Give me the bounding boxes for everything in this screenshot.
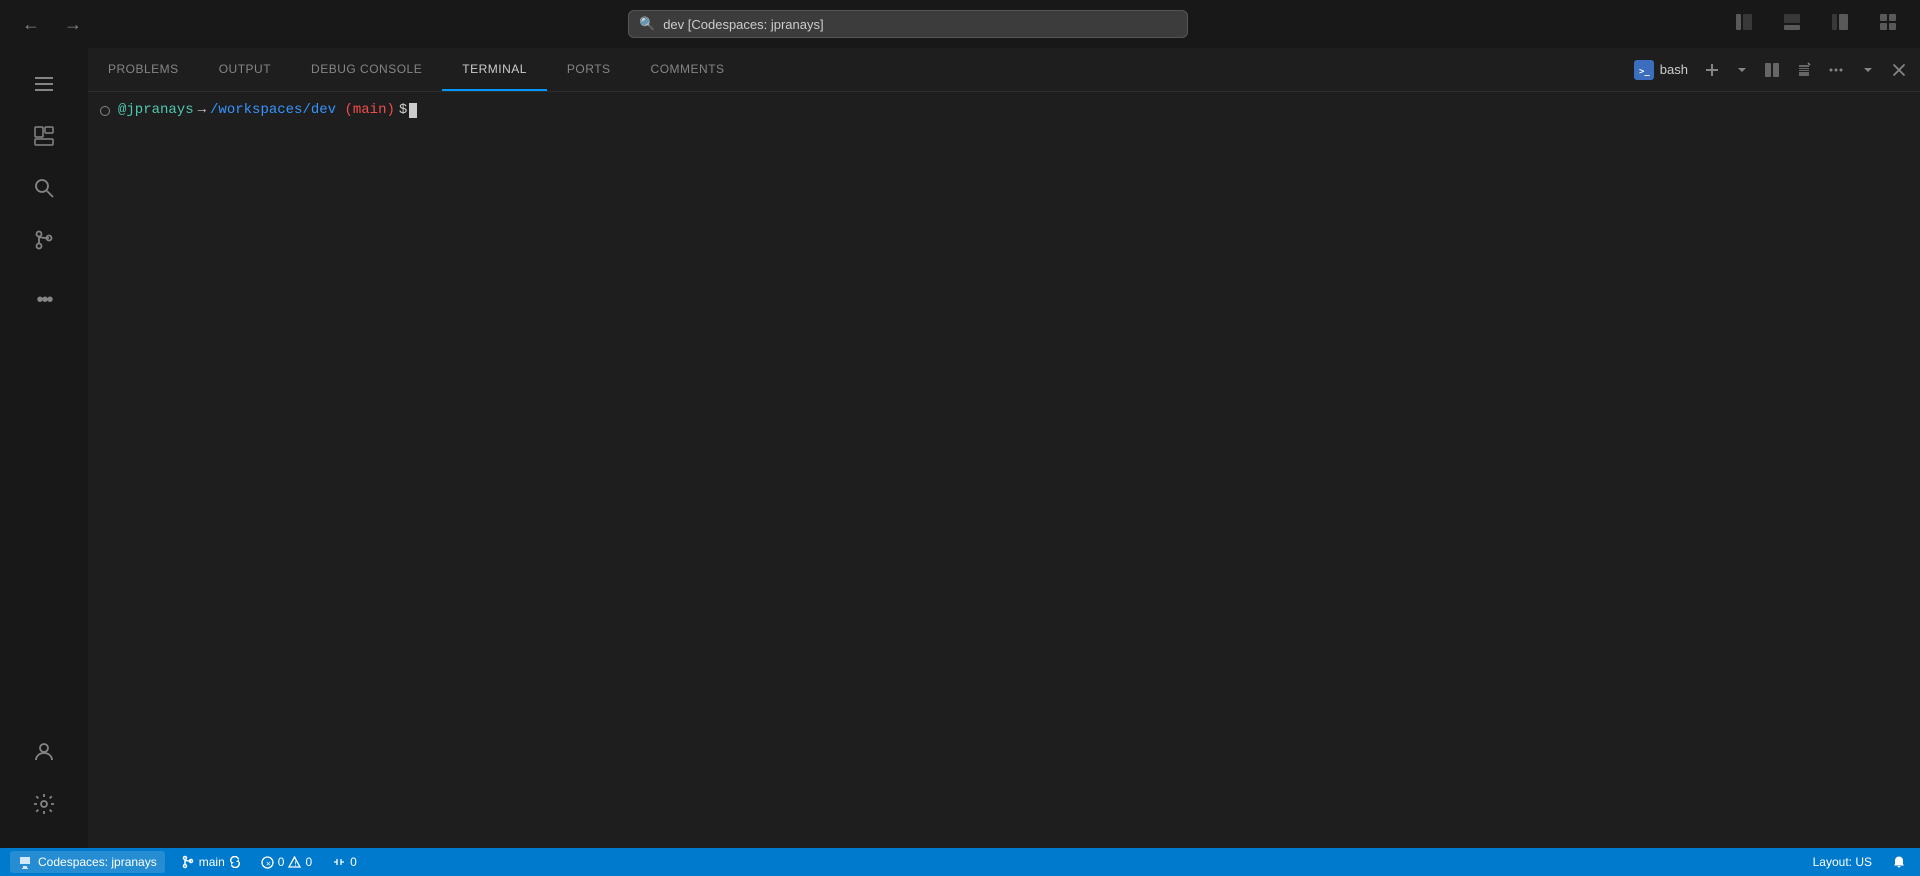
- editor-area: PROBLEMS OUTPUT DEBUG CONSOLE TERMINAL P…: [88, 48, 1920, 848]
- activity-item-source-control[interactable]: [20, 216, 68, 264]
- svg-text:✕: ✕: [266, 859, 271, 868]
- main-container: ••• PROBLEMS OUTPUT DEBUG CONSOLE TERMIN…: [0, 48, 1920, 848]
- search-icon: 🔍: [639, 16, 655, 32]
- codespaces-icon: [18, 855, 32, 869]
- add-terminal-button[interactable]: [1698, 58, 1726, 82]
- kill-terminal-button[interactable]: [1790, 58, 1818, 82]
- title-bar-center: 🔍 dev [Codespaces: jpranays]: [628, 10, 1188, 38]
- activity-item-search[interactable]: [20, 164, 68, 212]
- tab-debug-console[interactable]: DEBUG CONSOLE: [291, 48, 442, 91]
- branch-label: main: [199, 855, 225, 869]
- layout-label: Layout: US: [1813, 855, 1872, 869]
- svg-text:>_: >_: [1639, 67, 1650, 77]
- activity-bar-bottom: [20, 728, 68, 840]
- more-actions-button[interactable]: [1822, 58, 1850, 82]
- title-bar-right: [1728, 8, 1904, 41]
- activity-bar: •••: [0, 48, 88, 848]
- errors-status[interactable]: ✕ 0 ! 0: [257, 851, 316, 873]
- close-panel-button[interactable]: [1886, 59, 1912, 81]
- errors-count: 0: [278, 855, 285, 869]
- terminal-area[interactable]: @jpranays → /workspaces/dev (main) $: [88, 92, 1920, 848]
- prompt-branch: (main): [336, 100, 395, 121]
- title-bar-left: ← →: [16, 10, 88, 39]
- customize-layout-button[interactable]: [1872, 8, 1904, 41]
- ports-icon: [332, 855, 346, 869]
- prompt-arrow: →: [198, 100, 206, 121]
- prompt-path: /workspaces/dev: [210, 100, 336, 121]
- prompt-user: @jpranays: [118, 100, 194, 121]
- dropdown-terminal-button[interactable]: [1730, 60, 1754, 80]
- status-bar-right: Layout: US: [1809, 851, 1910, 873]
- bash-terminal-button[interactable]: >_ bash: [1628, 56, 1694, 84]
- toggle-primary-sidebar-button[interactable]: [1728, 8, 1760, 41]
- activity-item-menu[interactable]: [20, 60, 68, 108]
- bell-icon: [1892, 855, 1906, 869]
- activity-item-settings[interactable]: [20, 780, 68, 828]
- ports-count: 0: [350, 855, 357, 869]
- svg-text:!: !: [294, 860, 298, 868]
- panel-tabs: PROBLEMS OUTPUT DEBUG CONSOLE TERMINAL P…: [88, 48, 1920, 92]
- back-button[interactable]: ←: [16, 10, 46, 39]
- warning-icon: !: [288, 856, 301, 869]
- search-bar[interactable]: 🔍 dev [Codespaces: jpranays]: [628, 10, 1188, 38]
- bell-status[interactable]: [1888, 851, 1910, 873]
- codespaces-label: Codespaces: jpranays: [38, 855, 157, 869]
- tab-problems[interactable]: PROBLEMS: [88, 48, 199, 91]
- ports-status[interactable]: 0: [328, 851, 361, 873]
- bash-icon: >_: [1634, 60, 1654, 80]
- split-terminal-button[interactable]: [1758, 58, 1786, 82]
- terminal-prompt: @jpranays → /workspaces/dev (main) $: [100, 100, 1908, 121]
- activity-bar-top: •••: [20, 56, 68, 728]
- activity-item-explorer[interactable]: [20, 112, 68, 160]
- toggle-secondary-sidebar-button[interactable]: [1824, 8, 1856, 41]
- bash-label: bash: [1660, 62, 1688, 77]
- tab-comments[interactable]: COMMENTS: [631, 48, 745, 91]
- prompt-dollar: $: [399, 100, 407, 121]
- status-bar-left: Codespaces: jpranays main ✕ 0 ! 0 0: [10, 851, 361, 873]
- tab-terminal[interactable]: TERMINAL: [442, 48, 547, 91]
- layout-status[interactable]: Layout: US: [1809, 851, 1876, 873]
- title-bar: ← → 🔍 dev [Codespaces: jpranays]: [0, 0, 1920, 48]
- panel-tabs-right: >_ bash: [1628, 48, 1920, 91]
- prompt-dot: [100, 106, 110, 116]
- tab-ports[interactable]: PORTS: [547, 48, 631, 91]
- search-bar-text: dev [Codespaces: jpranays]: [663, 17, 823, 32]
- prompt-cursor: [409, 103, 417, 118]
- forward-button[interactable]: →: [58, 10, 88, 39]
- branch-status[interactable]: main: [177, 851, 245, 873]
- activity-item-account[interactable]: [20, 728, 68, 776]
- status-bar: Codespaces: jpranays main ✕ 0 ! 0 0 Layo…: [0, 848, 1920, 876]
- tab-output[interactable]: OUTPUT: [199, 48, 291, 91]
- collapse-panel-button[interactable]: [1854, 58, 1882, 82]
- scrollbar-track[interactable]: [1910, 92, 1920, 848]
- branch-icon: [181, 855, 195, 869]
- error-icon: ✕: [261, 856, 274, 869]
- activity-item-extensions[interactable]: •••: [20, 276, 68, 324]
- sync-icon: [229, 856, 241, 868]
- toggle-panel-button[interactable]: [1776, 8, 1808, 41]
- warnings-count: 0: [305, 855, 312, 869]
- panel-tabs-left: PROBLEMS OUTPUT DEBUG CONSOLE TERMINAL P…: [88, 48, 745, 91]
- codespaces-status[interactable]: Codespaces: jpranays: [10, 851, 165, 873]
